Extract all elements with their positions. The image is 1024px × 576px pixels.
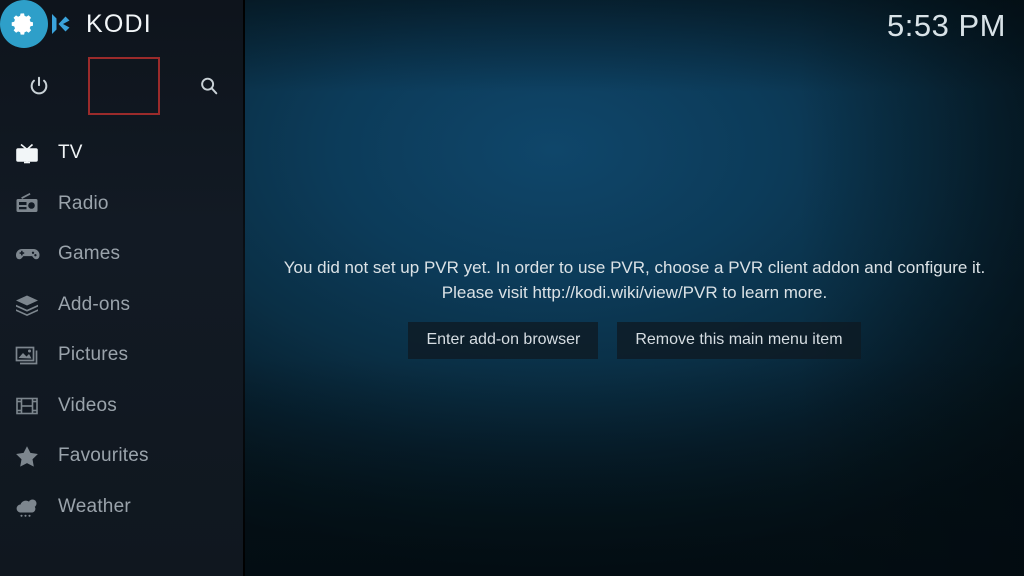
sidebar-item-label: Games xyxy=(58,243,121,265)
addons-box-icon xyxy=(12,291,42,319)
sidebar-item-label: Add-ons xyxy=(58,293,131,315)
sidebar-menu: TV Radio Games Add-ons Pictures Videos F… xyxy=(0,128,245,532)
sidebar-item-label: Pictures xyxy=(58,344,129,366)
star-icon xyxy=(12,442,42,470)
pictures-icon xyxy=(12,341,42,369)
remove-main-menu-item-button[interactable]: Remove this main menu item xyxy=(617,322,861,359)
sidebar-item-games[interactable]: Games xyxy=(0,229,245,280)
search-icon[interactable] xyxy=(192,67,226,105)
sidebar-item-tv[interactable]: TV xyxy=(0,128,245,179)
sidebar-item-label: TV xyxy=(58,142,83,164)
enter-addon-browser-button[interactable]: Enter add-on browser xyxy=(408,322,599,359)
gear-icon xyxy=(11,13,33,35)
tv-icon xyxy=(12,139,42,167)
sidebar-item-favourites[interactable]: Favourites xyxy=(0,431,245,482)
pvr-message-line-1: You did not set up PVR yet. In order to … xyxy=(283,258,986,277)
settings-button[interactable] xyxy=(0,0,48,48)
app-logo: KODI xyxy=(46,9,152,39)
sidebar-item-videos[interactable]: Videos xyxy=(0,381,245,432)
sidebar-item-label: Favourites xyxy=(58,445,149,467)
sidebar-item-radio[interactable]: Radio xyxy=(0,179,245,230)
clock: 5:53 PM xyxy=(887,8,1006,43)
sidebar-item-label: Radio xyxy=(58,192,109,214)
videos-film-icon xyxy=(12,392,42,420)
gamepad-icon xyxy=(12,240,42,268)
sidebar-item-addons[interactable]: Add-ons xyxy=(0,280,245,331)
sidebar-item-label: Weather xyxy=(58,495,131,517)
pvr-setup-notice: You did not set up PVR yet. In order to … xyxy=(245,255,1024,359)
weather-cloud-icon xyxy=(12,493,42,521)
settings-highlight-box xyxy=(88,57,160,115)
pvr-actions: Enter add-on browser Remove this main me… xyxy=(245,322,1024,359)
sidebar-item-weather[interactable]: Weather xyxy=(0,482,245,533)
kodi-logo-icon xyxy=(46,9,76,39)
sidebar-item-label: Videos xyxy=(58,394,117,416)
sidebar-item-pictures[interactable]: Pictures xyxy=(0,330,245,381)
pvr-message-line-2: Please visit http://kodi.wiki/view/PVR t… xyxy=(441,283,828,302)
main-content: 5:53 PM You did not set up PVR yet. In o… xyxy=(245,0,1024,576)
power-icon[interactable] xyxy=(22,67,56,105)
radio-icon xyxy=(12,190,42,218)
app-logo-text: KODI xyxy=(86,10,152,38)
sidebar: KODI TV Radio Games Add-ons Pictures Vid… xyxy=(0,0,245,576)
